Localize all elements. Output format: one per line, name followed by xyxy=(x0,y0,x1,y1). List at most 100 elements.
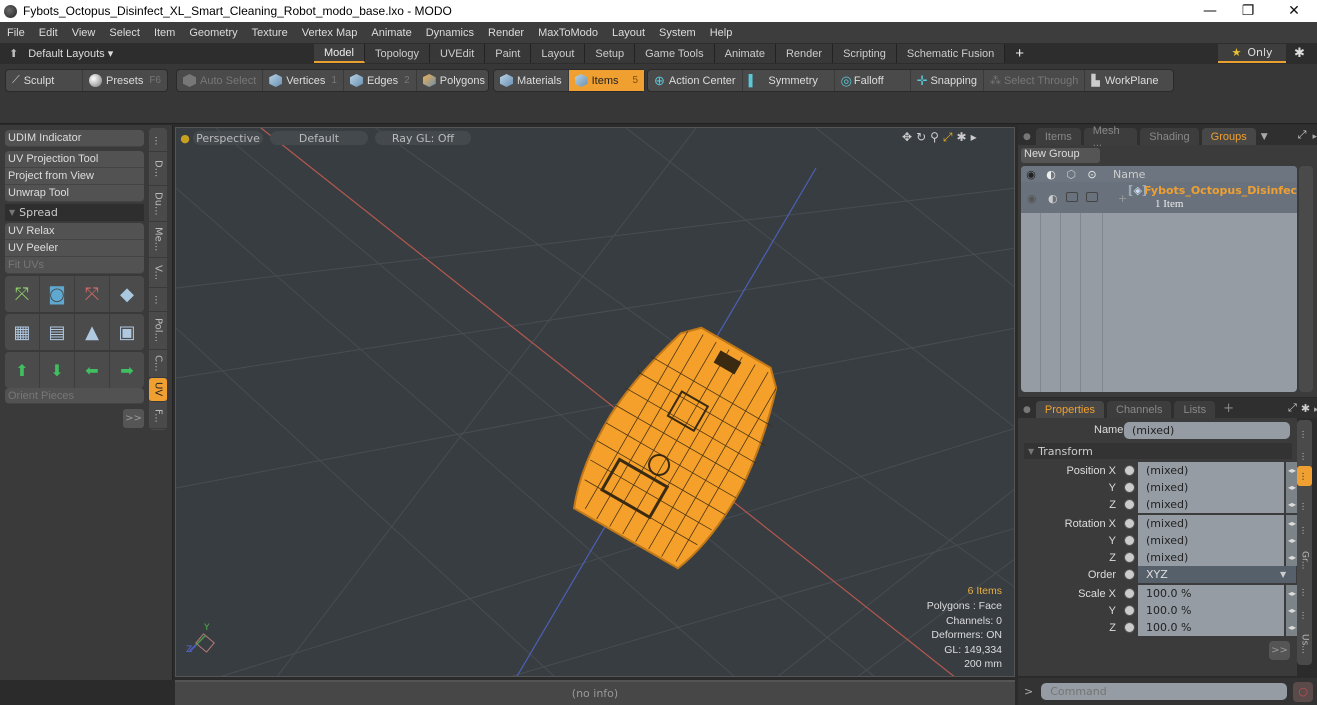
expand-plus-icon[interactable]: + xyxy=(1118,192,1127,205)
rvtab-7[interactable]: ... xyxy=(1297,604,1312,626)
vtab-uv[interactable]: UV xyxy=(149,378,167,402)
tab-properties[interactable]: Properties xyxy=(1035,401,1104,418)
items-button[interactable]: Items 5 xyxy=(568,70,644,91)
uv-projection-tool-button[interactable]: UV Projection Tool xyxy=(5,151,144,168)
vtab-0[interactable]: ... xyxy=(149,130,167,152)
restore-button[interactable]: ❐ xyxy=(1225,0,1271,22)
tab-channels[interactable]: Channels xyxy=(1107,401,1172,418)
vertices-button[interactable]: Vertices 1 xyxy=(263,70,344,91)
tab-groups[interactable]: Groups xyxy=(1201,128,1256,145)
rvtab-gr[interactable]: Gr... xyxy=(1297,540,1312,580)
uv-transform-button[interactable]: ⤧ xyxy=(5,276,40,312)
properties-gear-icon[interactable]: ✱ xyxy=(1301,402,1310,415)
tab-topology[interactable]: Topology xyxy=(364,44,431,63)
group-row[interactable]: ◉ ◐ + ⟦◈⟧ Fybots_Octopus_Disinfect... 1 … xyxy=(1021,182,1297,213)
viewport-settings-icon[interactable]: ✱ xyxy=(957,130,967,145)
tab-schematic-fusion[interactable]: Schematic Fusion xyxy=(896,44,1006,63)
maximize-viewport-icon[interactable]: ⤢ xyxy=(943,130,953,145)
groups-scrollbar[interactable] xyxy=(1299,166,1313,392)
panel-menu-dot[interactable]: ● xyxy=(1023,132,1031,142)
fit-uvs-button[interactable]: Fit UVs xyxy=(5,257,144,274)
menu-render[interactable]: Render xyxy=(481,27,531,39)
tab-shading[interactable]: Shading xyxy=(1140,128,1199,145)
vtab-me[interactable]: Me... xyxy=(149,222,167,258)
materials-button[interactable]: Materials xyxy=(494,70,569,91)
snapping-button[interactable]: ✛ Snapping xyxy=(911,70,984,91)
channel-key-dot[interactable] xyxy=(1124,518,1135,529)
tab-paint[interactable]: Paint xyxy=(485,44,532,63)
channel-key-dot[interactable] xyxy=(1124,588,1135,599)
menu-view[interactable]: View xyxy=(65,27,103,39)
rvtab-3[interactable]: ... xyxy=(1297,492,1312,520)
unwrap-tool-button[interactable]: Unwrap Tool xyxy=(5,185,144,202)
menu-dynamics[interactable]: Dynamics xyxy=(419,27,481,39)
spread-section[interactable]: ▼ Spread xyxy=(5,204,144,221)
property-value-field[interactable]: (mixed) xyxy=(1138,515,1284,532)
tab-render[interactable]: Render xyxy=(775,44,834,63)
polygons-button[interactable]: Polygons xyxy=(417,70,491,91)
property-value-field[interactable]: (mixed) xyxy=(1138,496,1284,513)
row-lock-toggle[interactable] xyxy=(1066,192,1078,202)
pan-icon[interactable]: ✥ xyxy=(902,130,912,145)
property-value-field[interactable]: 100.0 % xyxy=(1138,602,1284,619)
menu-animate[interactable]: Animate xyxy=(364,27,418,39)
tab-uvedit[interactable]: UVEdit xyxy=(430,44,486,63)
tab-layout[interactable]: Layout xyxy=(531,44,586,63)
expand-properties-icon[interactable]: ⤢ xyxy=(1288,401,1297,415)
only-toggle[interactable]: ★ Only xyxy=(1218,44,1286,63)
channel-key-dot[interactable] xyxy=(1124,552,1135,563)
uv-rotate-button[interactable]: ◙ xyxy=(40,276,75,312)
new-group-button[interactable]: New Group xyxy=(1021,148,1100,163)
tab-items[interactable]: Items xyxy=(1035,128,1081,145)
align-left-button[interactable]: ⬅ xyxy=(75,352,110,388)
uv-planar-button[interactable]: ▤ xyxy=(40,314,75,350)
channel-key-dot[interactable] xyxy=(1124,465,1135,476)
orbit-icon[interactable]: ↻ xyxy=(916,130,926,145)
property-value-field[interactable]: (mixed) xyxy=(1138,479,1284,496)
rvtab-6[interactable]: ... xyxy=(1297,580,1312,604)
menu-edit[interactable]: Edit xyxy=(32,27,65,39)
record-icon[interactable]: ○ xyxy=(1293,681,1314,702)
expand-panel-icon[interactable]: ⤢ xyxy=(1298,128,1307,142)
select-through-button[interactable]: ⁂ Select Through xyxy=(984,70,1086,91)
udim-indicator-button[interactable]: UDIM Indicator xyxy=(5,130,144,147)
zoom-icon[interactable]: ⚲ xyxy=(930,130,939,145)
uv-peeler-button[interactable]: UV Peeler xyxy=(5,240,144,257)
row-visibility-icon[interactable]: ◉ xyxy=(1027,192,1037,205)
channel-key-dot[interactable] xyxy=(1124,605,1135,616)
menu-layout[interactable]: Layout xyxy=(605,27,652,39)
property-value-field[interactable]: (mixed) xyxy=(1138,549,1284,566)
viewport-menu-dot[interactable]: ● xyxy=(180,131,190,145)
close-button[interactable]: ✕ xyxy=(1271,0,1317,22)
channel-key-dot[interactable] xyxy=(1124,622,1135,633)
add-layout-tab-button[interactable]: + xyxy=(1005,44,1034,63)
menu-help[interactable]: Help xyxy=(703,27,740,39)
uv-trapezoid-button[interactable]: ▲ xyxy=(75,314,110,350)
rvtab-0[interactable]: ... xyxy=(1297,422,1312,446)
transform-section[interactable]: ▼ Transform xyxy=(1024,443,1292,459)
name-field[interactable]: (mixed) xyxy=(1124,422,1290,439)
tab-setup[interactable]: Setup xyxy=(585,44,636,63)
shading-default-button[interactable]: Default xyxy=(270,131,368,145)
menu-texture[interactable]: Texture xyxy=(245,27,295,39)
menu-item[interactable]: Item xyxy=(147,27,182,39)
menu-vertex-map[interactable]: Vertex Map xyxy=(295,27,365,39)
properties-expand-button[interactable]: >> xyxy=(1269,641,1290,660)
uv-relax-button[interactable]: UV Relax xyxy=(5,223,144,240)
vtab-d[interactable]: D... xyxy=(149,152,167,186)
sculpt-button[interactable]: ⟋ Sculpt xyxy=(6,70,84,91)
vtab-5[interactable]: ... xyxy=(149,288,167,312)
vtab-c[interactable]: C... xyxy=(149,350,167,378)
lock-column-icon[interactable]: ⬡ xyxy=(1061,168,1081,181)
uv-sphere-button[interactable]: ▣ xyxy=(110,314,144,350)
rvtab-1[interactable]: ... xyxy=(1297,446,1312,466)
property-value-field[interactable]: (mixed) xyxy=(1138,462,1284,479)
robot-wireframe-mesh[interactable] xyxy=(561,310,801,576)
rvtab-active[interactable]: ... xyxy=(1297,466,1312,486)
vtab-pol[interactable]: Pol... xyxy=(149,312,167,350)
rvtab-us[interactable]: Us... xyxy=(1297,626,1312,662)
uv-box-button[interactable]: ◆ xyxy=(110,276,144,312)
edges-button[interactable]: Edges 2 xyxy=(344,70,417,91)
render-column-icon[interactable]: ◐ xyxy=(1041,168,1061,181)
row-render-icon[interactable]: ◐ xyxy=(1048,192,1058,205)
